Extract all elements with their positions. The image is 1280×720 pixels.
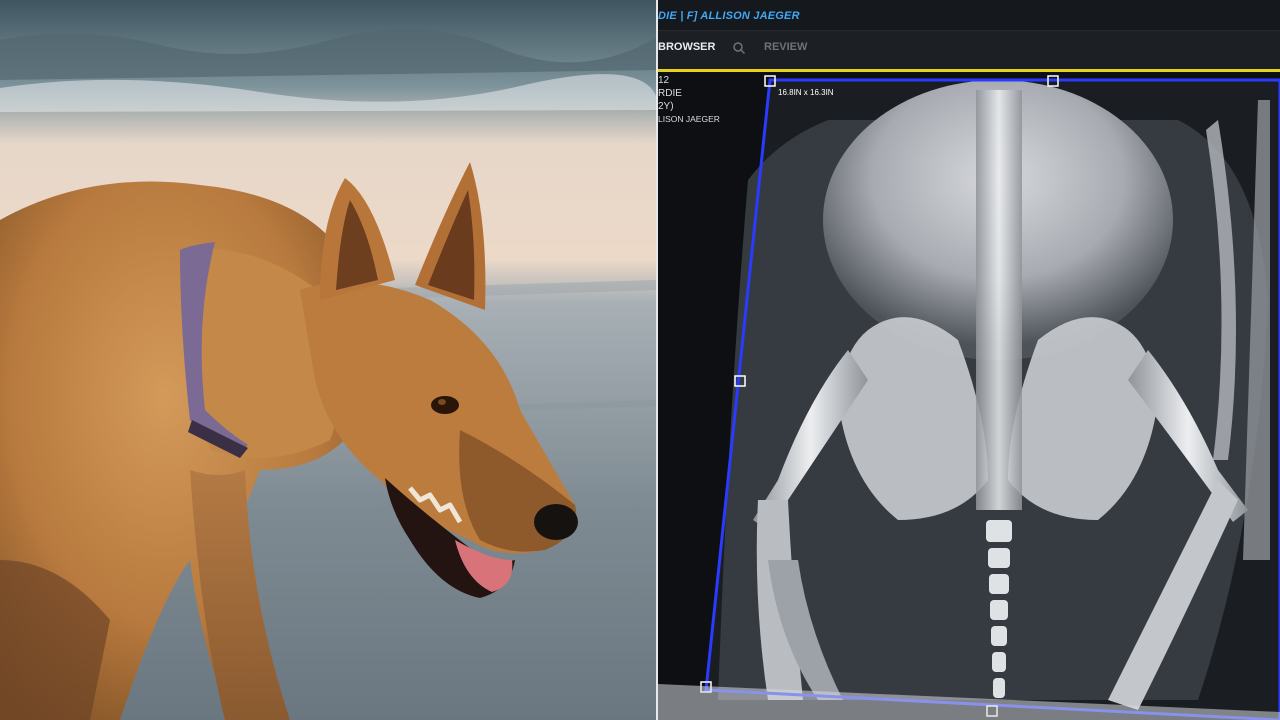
viewer-title-bar: DIE | F] ALLISON JAEGER <box>658 0 1280 31</box>
patient-title: DIE | F] ALLISON JAEGER <box>658 10 800 22</box>
xray-image <box>658 0 1280 720</box>
tab-browser[interactable]: BROWSER <box>658 41 715 53</box>
image-dimensions-label: 16.8IN x 16.3IN <box>778 88 834 97</box>
dog-photo <box>0 0 656 720</box>
patient-info-panel: 12 RDIE 2Y) LISON JAEGER <box>658 74 738 126</box>
patient-id: 12 <box>658 75 670 86</box>
search-icon[interactable] <box>732 41 746 55</box>
dog-beach-illustration <box>0 0 656 720</box>
xray-monitor-photo: DIE | F] ALLISON JAEGER BROWSER REVIEW 1… <box>658 0 1280 720</box>
tab-review[interactable]: REVIEW <box>764 41 807 53</box>
patient-owner: LISON JAEGER <box>658 114 720 124</box>
active-tab-indicator <box>658 69 1280 72</box>
patient-name: RDIE <box>658 88 682 99</box>
patient-age: 2Y) <box>658 101 674 112</box>
viewer-toolbar: BROWSER REVIEW <box>658 31 1280 69</box>
